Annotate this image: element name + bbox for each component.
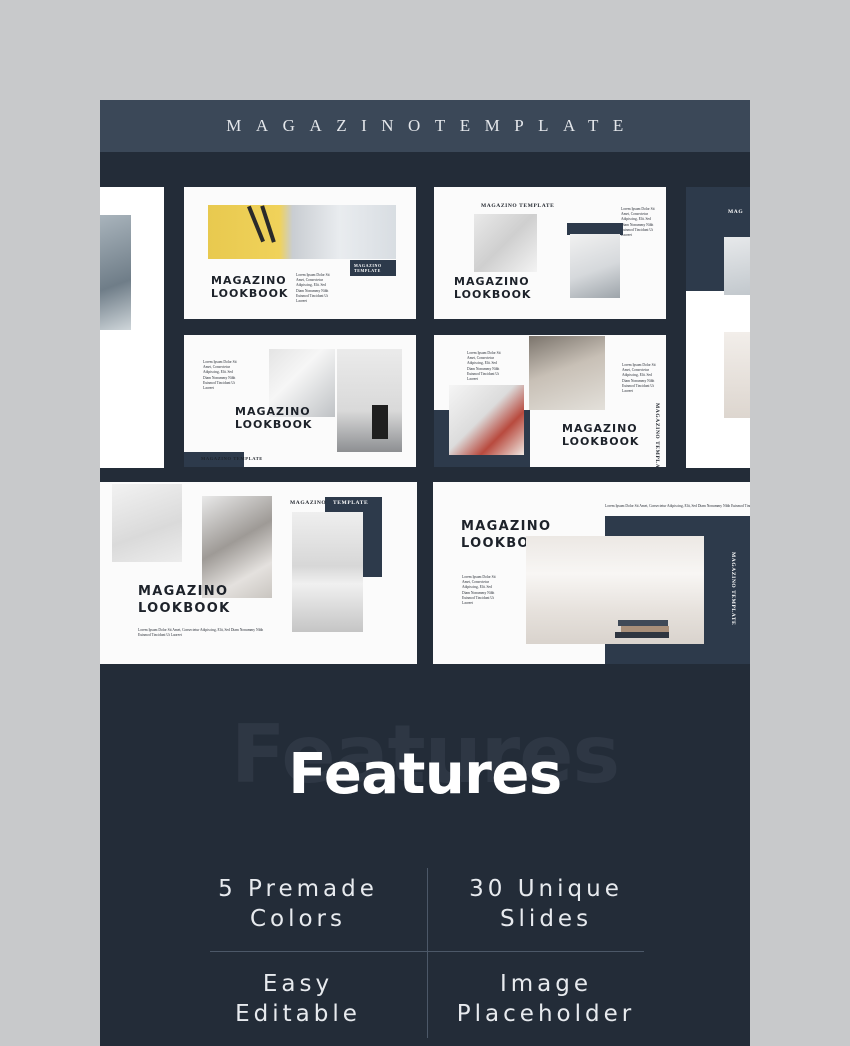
brand-label-light: TEMPLATE <box>333 500 369 506</box>
slide-body-text: Lorem Ipsum Dolor Sit Amet, Consectetur … <box>467 351 501 382</box>
image-placeholder <box>337 349 402 452</box>
slide-heading: MAGAZINO LOOKBOOK <box>562 422 640 448</box>
divider-vertical <box>427 868 428 1038</box>
figure-shape <box>372 405 388 439</box>
brand-label-vertical: MAGAZINO TEMPLATE <box>654 403 660 467</box>
image-placeholder <box>570 234 620 298</box>
brand-label: MAG <box>728 209 744 215</box>
brand-label: MAGAZINO TEMPLATE <box>481 203 555 209</box>
slide-thumbnail-6[interactable]: Lorem Ipsum Dolor Sit Amet, Consectetur … <box>434 335 666 467</box>
slide-body-text: Lorem Ipsum Dolor Sit Amet, Consectetur … <box>296 273 330 304</box>
image-placeholder <box>724 237 750 295</box>
slide-thumbnail-1[interactable] <box>100 187 164 468</box>
image-placeholder <box>724 332 750 418</box>
image-placeholder <box>292 512 363 632</box>
divider-horizontal <box>210 951 644 952</box>
header-bar: MAGAZINOTEMPLATE <box>100 100 750 152</box>
slide-body-text: Lorem Ipsum Dolor Sit Amet, Consectetur … <box>605 504 750 508</box>
slide-thumbnail-5[interactable]: Lorem Ipsum Dolor Sit Amet, Consectetur … <box>184 335 416 467</box>
feature-editable: Easy Editable <box>235 971 361 1027</box>
image-placeholder <box>526 536 704 644</box>
image-placeholder <box>100 215 131 330</box>
header-title: MAGAZINOTEMPLATE <box>226 116 638 135</box>
slide-thumbnail-3[interactable]: MAGAZINO TEMPLATE Lorem Ipsum Dolor Sit … <box>434 187 666 319</box>
brand-label-vertical: MAGAZINO TEMPLATE <box>730 552 736 626</box>
slide-thumbnail-4[interactable]: MAG <box>686 187 750 468</box>
slide-heading: MAGAZINO LOOKBOOK <box>235 405 313 431</box>
brand-label: MAGAZINO TEMPLATE <box>201 456 263 461</box>
slide-heading: MAGAZINO LOOKBOOK <box>138 584 231 616</box>
slide-thumbnail-2[interactable]: MAGAZINO TEMPLATE MAGAZINO LOOKBOOK Lore… <box>184 187 416 319</box>
slide-body-text: Lorem Ipsum Dolor Sit Amet, Consectetur … <box>622 363 656 394</box>
image-placeholder <box>208 205 396 259</box>
image-placeholder <box>112 484 182 562</box>
feature-placeholder: Image Placeholder <box>456 971 636 1027</box>
brand-label: MAGAZINO TEMPLATE <box>354 263 382 273</box>
brand-label-dark: MAGAZINO <box>290 500 327 506</box>
feature-slides: 30 Unique Slides <box>469 876 623 932</box>
slide-thumbnail-7[interactable]: MAGAZINO TEMPLATE MAGAZINO LOOKBOOK Lore… <box>100 482 417 664</box>
image-placeholder <box>474 214 537 272</box>
slide-thumbnail-8[interactable]: Lorem Ipsum Dolor Sit Amet, Consectetur … <box>433 482 750 664</box>
feature-colors: 5 Premade Colors <box>218 876 378 932</box>
slide-body-text: Lorem Ipsum Dolor Sit Amet, Consectetur … <box>462 575 496 606</box>
slide-body-text: Lorem Ipsum Dolor Sit Amet, Consectetur … <box>621 207 655 238</box>
slide-heading: MAGAZINO LOOKBOOK <box>211 274 289 300</box>
slide-body-text: Lorem Ipsum Dolor Sit Amet, Consectetur … <box>138 628 264 638</box>
features-title: Features <box>288 742 562 807</box>
image-placeholder <box>449 385 524 455</box>
slide-heading: MAGAZINO LOOKBOOK <box>454 275 532 301</box>
image-placeholder <box>529 336 605 410</box>
slide-body-text: Lorem Ipsum Dolor Sit Amet, Consectetur … <box>203 360 237 391</box>
books-shape <box>615 632 669 638</box>
